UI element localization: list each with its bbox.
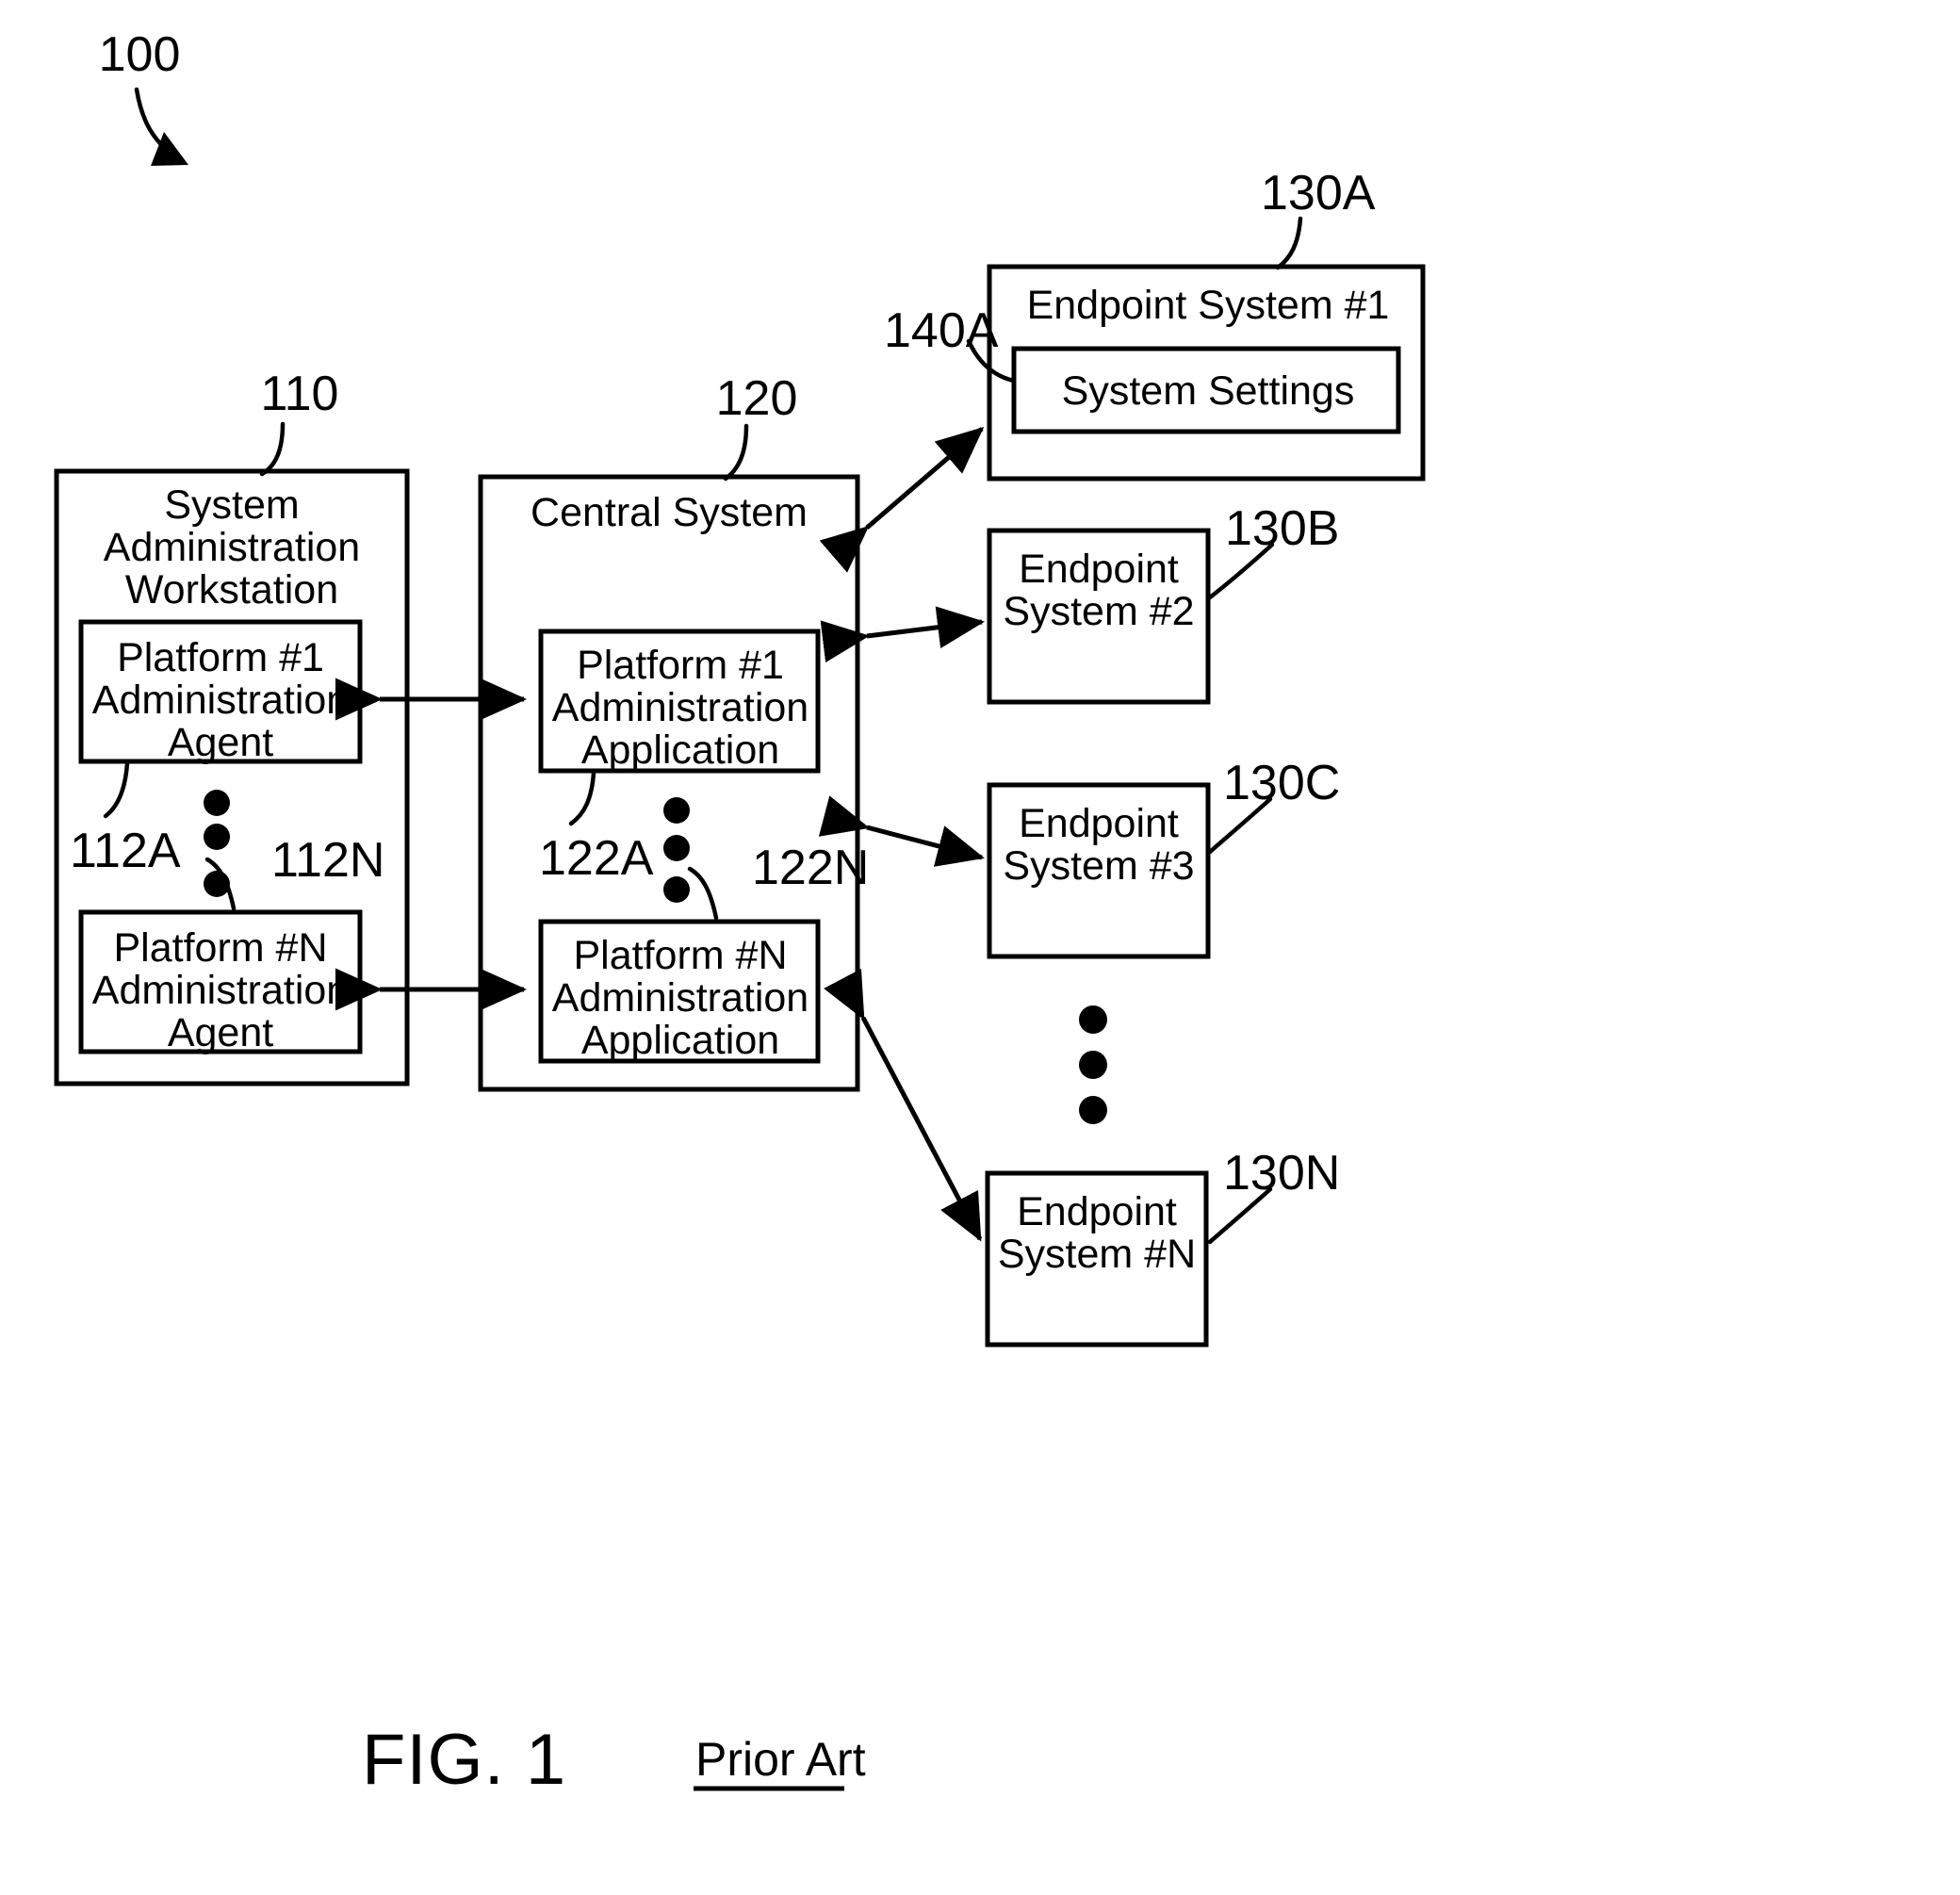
figure-number-leader <box>134 87 188 166</box>
system-settings-ref: 140A <box>884 303 999 358</box>
agent-n-ref: 112N <box>271 833 384 888</box>
workstation-title-line-1: System <box>164 482 299 528</box>
patent-figure: 100 110 System Administration Workstatio… <box>0 0 1960 1895</box>
endpoint-3-line-1: Endpoint <box>1019 801 1179 846</box>
workstation-ref: 110 <box>261 367 339 421</box>
endpoint-3-line-2: System #3 <box>1003 843 1194 889</box>
endpoint-n-ref: 130N <box>1223 1146 1340 1201</box>
endpoint-n-line-1: Endpoint <box>1017 1189 1177 1234</box>
application-n-line-3: Application <box>581 1018 779 1063</box>
central-system-ref-leader <box>723 423 749 482</box>
endpoint-2-line-2: System #2 <box>1003 589 1194 634</box>
workstation-title-line-2: Administration <box>104 525 360 570</box>
application-1-line-2: Administration <box>552 685 808 730</box>
link-central-endpoint2 <box>820 606 985 663</box>
application-n-line-1: Platform #N <box>573 933 787 978</box>
endpoint-ellipsis <box>1079 1005 1107 1124</box>
agent-1-line-3: Agent <box>168 720 273 765</box>
endpoint-n-line-2: System #N <box>998 1232 1196 1277</box>
workstation-ellipsis <box>204 790 230 897</box>
endpoint-2-line-1: Endpoint <box>1019 547 1179 592</box>
application-1-line-3: Application <box>581 727 779 773</box>
prior-art-annotation: Prior Art <box>695 1733 866 1786</box>
agent-1-ref: 112A <box>70 824 181 878</box>
figure-caption: FIG. 1 <box>362 1720 566 1800</box>
endpoint-1-ref-leader <box>1275 216 1303 270</box>
workstation-title-line-3: Workstation <box>125 567 338 613</box>
agent-1-line-2: Administration <box>92 678 349 723</box>
endpoint-1-ref: 130A <box>1261 166 1376 221</box>
central-system-ellipsis <box>663 797 690 903</box>
link-central-endpointn <box>824 968 983 1242</box>
central-system-title: Central System <box>531 490 808 535</box>
diagram-canvas: 100 110 System Administration Workstatio… <box>54 27 1426 1800</box>
application-1-ref: 122A <box>539 831 654 886</box>
link-central-endpoint1 <box>819 427 985 573</box>
figure-number: 100 <box>99 27 181 82</box>
application-1-line-1: Platform #1 <box>577 643 784 688</box>
workstation-ref-leader <box>259 421 286 477</box>
application-n-ref: 122N <box>752 841 869 895</box>
endpoint-3-ref: 130C <box>1223 756 1340 810</box>
agent-n-line-1: Platform #N <box>113 925 327 971</box>
endpoint-1-title: Endpoint System #1 <box>1027 283 1390 328</box>
link-central-endpoint3 <box>818 795 985 867</box>
system-settings-label: System Settings <box>1062 368 1355 414</box>
agent-n-line-2: Administration <box>92 968 349 1013</box>
central-system-ref: 120 <box>716 371 798 426</box>
agent-1-line-1: Platform #1 <box>117 635 324 680</box>
agent-n-line-3: Agent <box>168 1010 273 1055</box>
endpoint-2-ref: 130B <box>1225 501 1339 556</box>
application-n-line-2: Administration <box>552 975 808 1021</box>
